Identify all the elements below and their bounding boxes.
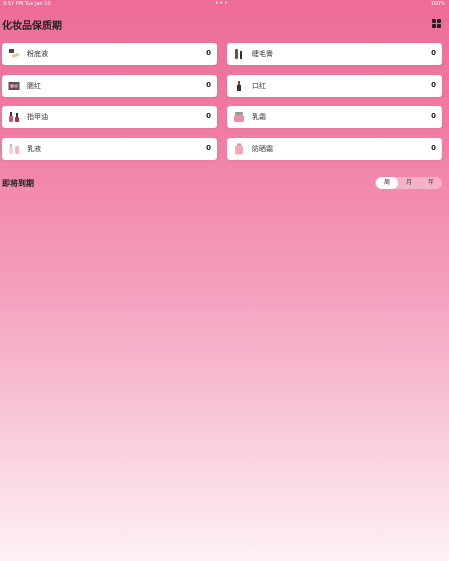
category-card-mascara[interactable]: 睫毛膏 0 — [227, 43, 442, 65]
segment-week[interactable]: 周 — [376, 177, 398, 189]
period-segmented-control[interactable]: 周 月 年 — [375, 177, 442, 189]
card-label: 防晒霜 — [252, 145, 273, 153]
card-count: 0 — [431, 144, 436, 152]
card-label: 粉底液 — [27, 50, 48, 58]
card-label: 指甲油 — [27, 113, 48, 121]
battery-indicator: 100% — [430, 1, 445, 7]
nail-polish-icon — [9, 112, 19, 122]
status-bar: 9:57 PM Tue Jan 10 ••• 100% — [0, 0, 449, 9]
foundation-icon — [9, 49, 20, 58]
category-card-blush[interactable]: 腮红 0 — [2, 75, 217, 97]
category-card-nail-polish[interactable]: 指甲油 0 — [2, 106, 217, 128]
category-card-lotion[interactable]: 乳液 0 — [2, 138, 217, 160]
card-count: 0 — [431, 112, 436, 120]
grid-menu-icon[interactable] — [432, 19, 441, 28]
lotion-icon — [9, 144, 19, 154]
blush-icon — [8, 82, 20, 90]
segment-month[interactable]: 月 — [398, 177, 420, 189]
category-card-sunscreen[interactable]: 防晒霜 0 — [227, 138, 442, 160]
card-count: 0 — [206, 144, 211, 152]
card-count: 0 — [431, 49, 436, 57]
card-label: 口红 — [252, 82, 266, 90]
status-time: 9:57 PM Tue Jan 10 — [3, 1, 51, 7]
card-label: 腮红 — [27, 82, 41, 90]
card-label: 乳霜 — [252, 113, 266, 121]
category-card-lipstick[interactable]: 口红 0 — [227, 75, 442, 97]
mascara-icon — [235, 49, 242, 59]
category-card-cream[interactable]: 乳霜 0 — [227, 106, 442, 128]
card-count: 0 — [206, 112, 211, 120]
multitasking-dots-icon[interactable]: ••• — [215, 0, 229, 7]
card-label: 睫毛膏 — [252, 50, 273, 58]
segment-year[interactable]: 年 — [420, 177, 442, 189]
category-card-foundation[interactable]: 粉底液 0 — [2, 43, 217, 65]
lipstick-icon — [237, 81, 241, 91]
card-label: 乳液 — [27, 145, 41, 153]
sunscreen-icon — [235, 143, 243, 155]
cream-jar-icon — [234, 112, 244, 122]
page-title: 化妆品保质期 — [2, 21, 62, 32]
expiring-section-title: 即将到期 — [2, 179, 34, 188]
card-count: 0 — [206, 81, 211, 89]
card-count: 0 — [431, 81, 436, 89]
card-count: 0 — [206, 49, 211, 57]
